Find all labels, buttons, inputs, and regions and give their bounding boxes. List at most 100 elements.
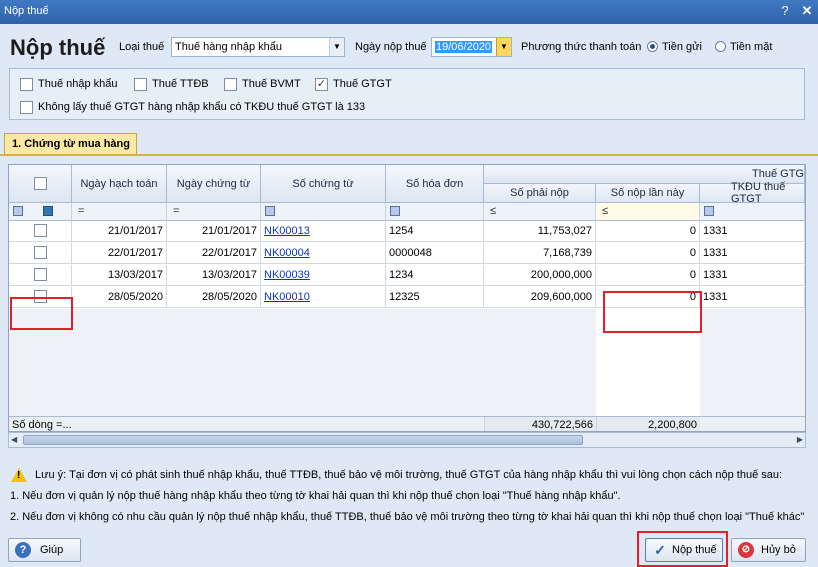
cell-vat-account: 1331 [700,243,805,264]
document-link[interactable]: NK00013 [264,225,310,237]
horizontal-scrollbar[interactable]: ◀ ▶ [8,432,806,448]
col-payable-amount[interactable]: Số phải nộp [484,184,596,203]
checkbox-exclude-vat-133-label: Không lấy thuế GTGT hàng nhập khẩu có TK… [38,101,366,113]
cell-payable-amount-value: 11,753,027 [537,225,592,237]
cell-document-number: NK00039 [261,265,386,286]
cell-document-date: 13/03/2017 [167,265,261,286]
chevron-down-icon[interactable]: ▼ [329,38,344,56]
note-line-2: 1. Nếu đơn vị quản lý nộp thuế hàng nhập… [10,490,621,502]
cell-payable-amount-value: 209,600,000 [530,291,592,303]
cell-payable-amount-value: 200,000,000 [530,269,592,281]
radio-cash-label: Tiền mặt [730,41,773,53]
col-invoice-number[interactable]: Số hóa đơn [386,165,484,203]
checkbox-exclude-vat-133[interactable] [20,101,33,114]
pay-date-field[interactable]: 19/06/2020 ▼ [431,37,512,57]
highlight-selected-checkbox [10,297,73,330]
cell-pay-this-time[interactable]: 0 [596,265,700,286]
row-checkbox-cell[interactable] [9,265,72,286]
checkbox-environment-tax[interactable] [224,78,237,91]
filter-icon[interactable] [265,206,275,216]
tab-underline [0,154,818,156]
help-button-label: Giúp [40,544,64,556]
cell-document-date: 22/01/2017 [167,243,261,264]
tax-type-select[interactable]: Thuế hàng nhập khẩu ▼ [171,37,345,57]
document-link[interactable]: NK00004 [264,247,310,259]
col-document-number[interactable]: Số chứng từ [261,165,386,203]
cell-document-date-value: 22/01/2017 [201,247,257,259]
checkbox-environment-tax-label: Thuế BVMT [242,78,301,90]
filter-operator: ≤ [490,205,497,217]
select-all-checkbox[interactable] [33,177,47,190]
calendar-dropdown-icon[interactable]: ▼ [496,38,511,56]
filter-icon[interactable] [390,206,400,216]
filter-document-number[interactable] [261,203,386,221]
summary-row: Số dòng =... 430,722,566 2,200,800 [9,416,805,431]
note-line-3: 2. Nếu đơn vị không có nhu cầu quản lý n… [10,511,805,523]
filter-icon[interactable] [13,206,23,216]
help-circle-icon: ? [15,542,31,558]
cell-document-date-value: 21/01/2017 [201,225,257,237]
row-checkbox-cell[interactable] [9,243,72,264]
checkbox-special-consumption-tax[interactable] [134,78,147,91]
checkbox-vat[interactable]: ✓ [315,78,328,91]
cell-invoice-number-value: 12325 [389,291,420,303]
select-all-header [9,165,72,203]
tab-purchase-documents[interactable]: 1. Chứng từ mua hàng [4,133,137,155]
filter-posting-date[interactable]: = [72,203,167,221]
cell-invoice-number-value: 0000048 [389,247,432,259]
col-vat-account[interactable]: TKĐU thuế GTGT [700,181,805,205]
cancel-icon: ⊘ [738,542,754,558]
checkbox-special-consumption-tax-label: Thuế TTĐB [152,78,209,90]
help-icon[interactable]: ? [776,2,794,20]
scroll-right-icon[interactable]: ▶ [797,435,803,444]
row-count-label: Số dòng =... [12,419,72,431]
notes-panel: Lưu ý: Tại đơn vị có phát sinh thuế nhập… [0,464,818,530]
filter-document-date[interactable]: = [167,203,261,221]
cell-invoice-number: 1254 [386,221,484,242]
filter-icon[interactable] [704,206,714,216]
row-checkbox-cell[interactable] [9,221,72,242]
radio-cash[interactable] [715,41,726,52]
cancel-button[interactable]: ⊘ Hủy bỏ [731,538,806,562]
checkbox-import-tax[interactable] [20,78,33,91]
col-pay-this-time[interactable]: Số nộp lần này [596,184,700,203]
document-link[interactable]: NK00010 [264,291,310,303]
radio-bank-deposit[interactable] [647,41,658,52]
filter-vat-account[interactable] [700,203,805,221]
filter-cell-select[interactable] [9,203,72,221]
pay-tax-button[interactable]: ✓ Nộp thuế [645,538,723,562]
row-select-checkbox[interactable] [33,224,47,237]
scroll-left-icon[interactable]: ◀ [11,435,17,444]
checkbox-vat-label: Thuế GTGT [333,78,392,90]
cell-pay-this-time-value: 0 [689,225,696,237]
filter-payable-amount[interactable]: ≤ [484,203,596,221]
payable-total: 430,722,566 [484,417,596,431]
payment-method-label: Phương thức thanh toán [521,41,642,53]
filter-checkbox-icon[interactable] [43,206,53,216]
cell-posting-date: 28/05/2020 [72,287,167,308]
cell-pay-this-time-value: 0 [689,247,696,259]
pay-tax-button-label: Nộp thuế [672,544,717,556]
help-button[interactable]: ? Giúp [8,538,81,562]
filter-pay-this-time[interactable]: ≤ [596,203,700,221]
cell-pay-this-time[interactable]: 0 [596,221,700,242]
filter-invoice-number[interactable] [386,203,484,221]
table-row[interactable]: 21/01/2017 21/01/2017 NK00013 1254 11,753,02… [9,221,805,242]
tax-type-value: Thuế hàng nhập khẩu [175,41,283,53]
title-bar: Nộp thuế ? ✕ [0,0,818,24]
row-select-checkbox[interactable] [33,268,47,281]
table-row[interactable]: 22/01/2017 22/01/2017 NK00004 0000048 7,168,… [9,243,805,264]
cell-document-date: 21/01/2017 [167,221,261,242]
scrollbar-thumb[interactable] [23,435,583,445]
col-posting-date[interactable]: Ngày hạch toán [72,165,167,203]
document-link[interactable]: NK00039 [264,269,310,281]
warning-icon [11,468,27,482]
close-icon[interactable]: ✕ [798,2,816,20]
table-row[interactable]: 13/03/2017 13/03/2017 NK00039 1234 200,000,0… [9,265,805,286]
cell-pay-this-time[interactable]: 0 [596,243,700,264]
col-document-date[interactable]: Ngày chứng từ [167,165,261,203]
pay-now-total: 2,200,800 [596,417,700,431]
note-line-1: Lưu ý: Tại đơn vị có phát sinh thuế nhập… [35,469,783,481]
row-select-checkbox[interactable] [33,246,47,259]
cell-payable-amount: 7,168,739 [484,243,596,264]
